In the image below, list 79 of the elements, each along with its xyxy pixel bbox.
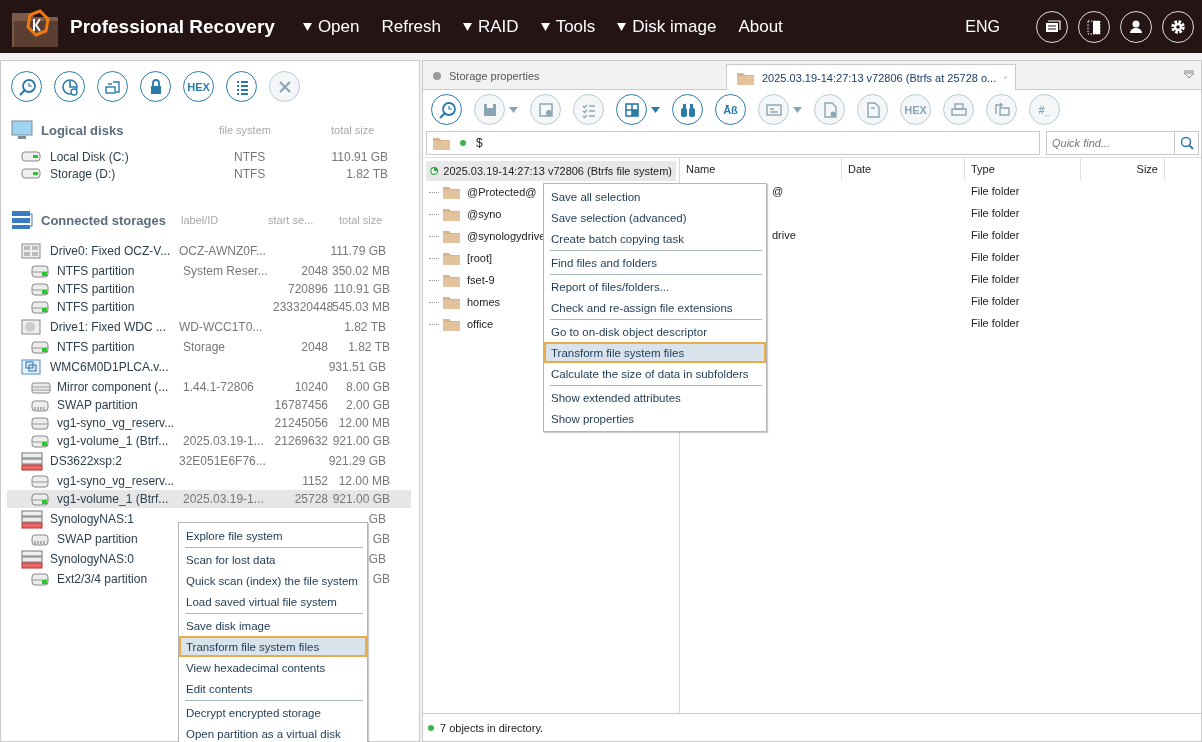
storage-size: 1.82 TB — [344, 320, 386, 334]
storage-label: System Reser... — [183, 264, 268, 278]
table-cell: File folder — [971, 295, 1020, 307]
storage-size: 2.00 GB — [345, 398, 390, 412]
disk-size: 110.91 GB — [331, 149, 388, 164]
start-sector: 16787456 — [274, 398, 328, 412]
storage-name: Mirror component (... — [57, 380, 169, 394]
storage-name: vg1-volume_1 (Btrf... — [57, 434, 169, 448]
storage-size: 110.91 GB — [333, 282, 390, 296]
table-cell: File folder — [971, 317, 1020, 329]
start-sector: 10240 — [294, 380, 328, 394]
storage-size: GB — [372, 572, 390, 586]
storage-name: SWAP partition — [57, 532, 138, 546]
column-header: label/ID — [181, 214, 220, 226]
storage-name: SWAP partition — [57, 398, 138, 412]
start-sector: 1152 — [302, 474, 328, 488]
storage-size: 921.29 GB — [328, 454, 386, 468]
storage-label: OCZ-AWNZ0F... — [179, 244, 266, 258]
storage-name: NTFS partition — [57, 264, 135, 278]
start-sector: 2048 — [301, 340, 328, 354]
storage-size: 545.03 MB — [331, 300, 390, 314]
storage-name: NTFS partition — [57, 300, 135, 314]
section-title: Connected storages — [41, 212, 167, 228]
storage-size: 921.00 GB — [332, 492, 390, 506]
storage-size: 111.79 GB — [330, 244, 386, 258]
storage-size: 8.00 GB — [345, 380, 390, 394]
table-cell: drive — [772, 229, 796, 241]
file-system: NTFS — [234, 166, 266, 181]
table-cell: @ — [772, 185, 784, 197]
storage-name: SynologyNAS:1 — [50, 512, 135, 526]
start-sector: 233320448 — [273, 300, 334, 314]
storage-name: Ext2/3/4 partition — [57, 572, 148, 586]
storage-name: SynologyNAS:0 — [50, 552, 135, 566]
column-header: file system — [219, 124, 272, 136]
storage-name: WMC6M0D1PLCA.v... — [50, 360, 169, 374]
column-header: total size — [331, 124, 375, 136]
storage-size: GB — [368, 512, 386, 526]
storage-label: 2025.03.19-1... — [183, 434, 264, 448]
storage-size: 1.82 TB — [348, 340, 390, 354]
storage-label: Storage — [183, 340, 226, 354]
table-cell: File folder — [971, 273, 1020, 285]
storage-name: NTFS partition — [57, 282, 135, 296]
storage-size: 12.00 MB — [338, 474, 390, 488]
start-sector: 21269632 — [274, 434, 328, 448]
table-cell: File folder — [971, 185, 1020, 197]
table-cell: File folder — [971, 207, 1020, 219]
file-system: NTFS — [234, 149, 266, 164]
storage-label: 1.44.1-72806 — [183, 380, 254, 394]
storage-name: DS3622xsp:2 — [50, 454, 123, 468]
start-sector: 25728 — [294, 492, 328, 506]
start-sector: 2048 — [301, 264, 328, 278]
table-cell: File folder — [971, 251, 1020, 263]
table-cell: File folder — [971, 229, 1020, 241]
disk-size: 1.82 TB — [346, 166, 388, 181]
storage-name: Drive0: Fixed OCZ-V... — [50, 244, 171, 258]
storage-name: vg1-syno_vg_reserv... — [57, 474, 175, 488]
disk-name: Local Disk (C:) — [50, 149, 129, 164]
storage-name: vg1-syno_vg_reserv... — [57, 416, 175, 430]
storage-size: GB — [372, 532, 390, 546]
storage-size: 931.51 GB — [328, 360, 386, 374]
disk-name: Storage (D:) — [50, 166, 116, 181]
storage-label: 2025.03.19-1... — [183, 492, 264, 506]
column-header: total size — [339, 214, 383, 226]
section-title: Logical disks — [41, 122, 125, 138]
column-header: start se... — [268, 214, 315, 226]
start-sector: 21245056 — [274, 416, 328, 430]
storage-label: WD-WCC1T0... — [179, 320, 263, 334]
storage-label: 32E051E6F76... — [179, 454, 266, 468]
storage-size: 12.00 MB — [338, 416, 390, 430]
path-text: $ — [476, 136, 483, 150]
start-sector: 720896 — [287, 282, 328, 296]
storage-size: 921.00 GB — [332, 434, 390, 448]
storage-name: NTFS partition — [57, 340, 135, 354]
storage-name: Drive1: Fixed WDC ... — [50, 320, 166, 334]
storage-name: vg1-volume_1 (Btrf... — [57, 492, 169, 506]
storage-size: GB — [368, 552, 386, 566]
status-text: 7 objects in directory. — [440, 721, 544, 734]
app-title: Professional Recovery — [70, 15, 275, 38]
storage-size: 350.02 MB — [331, 264, 390, 278]
